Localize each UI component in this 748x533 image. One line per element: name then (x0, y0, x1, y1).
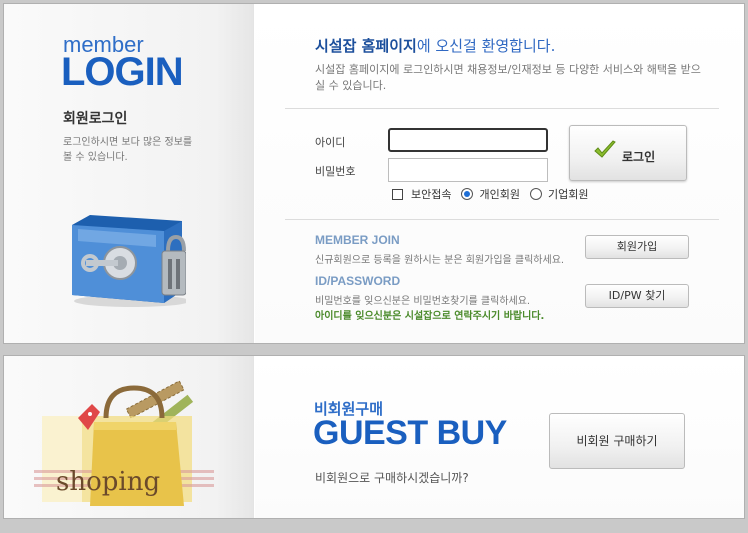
id-input[interactable] (388, 128, 548, 152)
guest-panel: shoping 비회원구매 GUEST BUY 비회원으로 구매하시겠습니까? … (3, 355, 745, 519)
secure-login-checkbox[interactable] (392, 188, 403, 200)
check-icon (594, 140, 616, 158)
guest-buy-question: 비회원으로 구매하시겠습니까? (315, 471, 469, 485)
welcome-message: 에 오신걸 환영합니다. (416, 37, 556, 55)
login-button[interactable]: 로그인 (569, 125, 687, 181)
secure-login-label: 보안접속 (411, 188, 452, 201)
corporate-member-label: 기업회원 (547, 188, 589, 201)
id-label: 아이디 (315, 136, 346, 149)
shopping-bag-illustration: shoping (34, 380, 214, 506)
welcome-title: 시설잡 홈페이지에 오신걸 환영합니다. (315, 35, 555, 56)
guest-side-panel: shoping (4, 356, 254, 518)
find-id-password-description: 비밀번호를 잊으신분은 비밀번호찾기를 클릭하세요. (315, 296, 531, 307)
login-button-label: 로그인 (622, 150, 656, 164)
join-button[interactable]: 회원가입 (585, 235, 689, 259)
corporate-member-radio[interactable] (529, 188, 542, 200)
welcome-intro: 시설잡 홈페이지에 로그인하시면 채용정보/인재정보 등 다양한 서비스와 해택… (315, 63, 701, 92)
personal-member-radio[interactable] (461, 188, 474, 200)
login-side-panel: member LOGIN 회원로그인 로그인하시면 보다 많은 정보를 볼 수 … (4, 4, 254, 343)
divider-middle (285, 219, 719, 220)
password-input[interactable] (388, 158, 548, 182)
member-login-description: 로그인하시면 보다 많은 정보를 볼 수 있습니다. (63, 137, 193, 163)
guest-main-panel: 비회원구매 GUEST BUY 비회원으로 구매하시겠습니까? 비회원 구매하기 (255, 356, 744, 518)
divider-top (285, 108, 719, 109)
member-join-description: 신규회원으로 등록을 원하시는 분은 회원가입을 클릭하세요. (315, 255, 565, 266)
member-login-heading: 회원로그인 (63, 111, 128, 127)
find-id-password-title: ID/PASSWORD (315, 274, 401, 288)
bag-text: shoping (56, 467, 160, 497)
password-label: 비밀번호 (315, 165, 356, 178)
find-id-password-button[interactable]: ID/PW 찾기 (585, 284, 689, 308)
guest-buy-title: GUEST BUY (313, 414, 507, 452)
login-main-panel: 시설잡 홈페이지에 오신걸 환영합니다. 시설잡 홈페이지에 로그인하시면 채용… (255, 4, 744, 343)
login-panel: member LOGIN 회원로그인 로그인하시면 보다 많은 정보를 볼 수 … (3, 3, 745, 344)
guest-purchase-button[interactable]: 비회원 구매하기 (549, 413, 685, 469)
login-options: 보안접속 개인회원 기업회원 (392, 186, 598, 202)
safe-lock-illustration (72, 215, 186, 307)
welcome-site-name: 시설잡 홈페이지 (315, 37, 417, 55)
login-word: LOGIN (61, 50, 184, 94)
personal-member-label: 개인회원 (479, 188, 520, 201)
find-id-note: 아이디를 잊으신분은 시설잡으로 연락주시기 바랍니다. (315, 311, 545, 322)
member-join-title: MEMBER JOIN (315, 233, 400, 247)
